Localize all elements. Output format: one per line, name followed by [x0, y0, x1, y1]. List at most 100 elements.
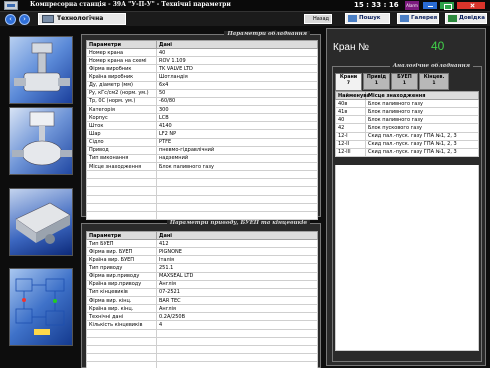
clock: 15 : 33 : 16 — [354, 1, 399, 9]
table-cell-value: Скид пал.-пуск. газу ГПА №1, 2, 3 — [365, 139, 479, 149]
table-cell-key — [86, 210, 157, 220]
table-cell-value — [156, 344, 318, 354]
valve-photo-2-image — [12, 111, 72, 166]
tab-cranes-count: 7 — [346, 81, 351, 86]
table-cell-key — [86, 344, 157, 354]
table-cell-value: надземний — [156, 153, 318, 163]
maximize-button[interactable] — [439, 1, 455, 10]
table-row: Тип БУЕП 412 — [86, 238, 318, 249]
table-cell-key: Шток — [86, 121, 157, 131]
table-cell-value: LF2 NP — [156, 129, 318, 139]
table-cell-key — [86, 328, 157, 338]
tab-drive[interactable]: Привід 1 — [363, 73, 390, 90]
table-cell-value: BAR TEC — [156, 295, 318, 306]
scheme-photo[interactable] — [9, 268, 73, 346]
table-row: Місце знаходження Блок паливного газу — [86, 161, 318, 172]
column-header-data: Дані — [156, 231, 318, 240]
help-button-label: Довідка — [459, 15, 485, 21]
tab-cranes[interactable]: Крани 7 — [335, 73, 362, 91]
table-row — [86, 344, 318, 354]
minimize-button[interactable] — [422, 1, 438, 10]
table-cell-value — [156, 328, 318, 338]
table-cell-key — [86, 361, 157, 368]
table-cell-key: Фірма вир. БУЕП — [86, 247, 157, 257]
table-row — [86, 352, 318, 363]
table-cell-value: пневмо-гідравлічний — [156, 145, 318, 155]
table-cell-value: 0.2А/250В — [156, 312, 318, 322]
table-row: Номер крана на схемі ROV 1.109 — [86, 56, 318, 66]
actuator-photo[interactable] — [9, 188, 73, 256]
table-row[interactable]: 12-І Скид пал.-пуск. газу ГПА №1, 2, 3 — [335, 131, 479, 141]
table-cell-key: Ру, кГс/см2 (норм. ум.) — [86, 88, 157, 98]
equipment-table: Параметри Дані Номер крана 40 Номер крана … — [86, 40, 318, 220]
search-button-label: Пошук — [359, 15, 381, 21]
table-row: Країна вир.приводу Англія — [86, 279, 318, 289]
valve-photo-2[interactable] — [9, 107, 73, 175]
table-cell-value: 4140 — [156, 121, 318, 131]
back-button[interactable]: Назад — [304, 14, 332, 24]
table-row — [86, 328, 318, 338]
table-cell-value: ROV 1.109 — [156, 56, 318, 66]
table-row[interactable]: 41в Блок паливного газу — [335, 107, 479, 117]
table-cell-key: Країна виробник — [86, 72, 157, 82]
table-row: Тип приводу 251.1 — [86, 263, 318, 273]
table-cell-value: 40 — [156, 47, 318, 58]
drive-table-body: Тип БУЕП 412 Фірма вир. БУЕП PIGNONE Країна … — [86, 238, 318, 368]
analog-panel-title: Аналогічне обладнання — [389, 63, 473, 70]
gallery-button[interactable]: Галерея — [397, 13, 439, 24]
table-row: Шток 4140 — [86, 121, 318, 131]
table-cell-value: Скид пал.-пуск. газу ГПА №1, 2, 3 — [365, 131, 479, 141]
forward-arrow-icon[interactable]: › — [19, 14, 30, 25]
equipment-parameters-panel: Параметри обладнання Параметри Дані Номе… — [81, 31, 321, 220]
table-cell-value: Італія — [156, 255, 318, 265]
column-header-name: Найменува — [335, 91, 370, 100]
tab-cranes-label: Крани — [339, 75, 358, 80]
table-cell-key: Технічні дані — [86, 312, 157, 322]
tab-buep[interactable]: БУЕП 1 — [391, 73, 418, 90]
tab-process-scheme[interactable]: Технологічна схема — [38, 13, 126, 32]
table-cell-value — [156, 202, 318, 212]
table-cell-value: -60/80 — [156, 96, 318, 106]
table-row: Ру, кГс/см2 (норм. ум.) 50 — [86, 88, 318, 98]
table-cell-key: Країна вир.приводу — [86, 279, 157, 289]
column-header-data: Дані — [156, 40, 318, 49]
analog-table-empty-area — [335, 165, 479, 351]
table-row[interactable]: 42 Блок пускового газу — [335, 123, 479, 133]
table-cell-key: Номер крана на схемі — [86, 56, 157, 66]
gallery-icon — [400, 15, 409, 22]
tab-drive-label: Привід — [366, 75, 387, 80]
table-cell-value: PIGNONE — [156, 247, 318, 257]
column-header-param: Параметри — [86, 40, 157, 49]
table-cell-key — [86, 194, 157, 204]
table-cell-key: Тип кінцевиків — [86, 287, 157, 297]
table-row[interactable]: 40 Блок паливного газу — [335, 115, 479, 125]
valve-photo-1[interactable] — [9, 36, 73, 104]
table-row[interactable]: 12-ІІ Скид пал.-пуск. газу ГПА №1, 2, 3 — [335, 139, 479, 149]
table-row: Фірма вир. БУЕП PIGNONE — [86, 247, 318, 257]
crane-number: 40 — [431, 39, 445, 53]
search-button[interactable]: Пошук — [345, 13, 390, 24]
table-row: Сідло PTFE — [86, 137, 318, 147]
table-cell-value — [156, 170, 318, 180]
table-row — [86, 170, 318, 180]
table-header-row: Параметри Дані — [86, 231, 318, 240]
back-arrow-icon[interactable]: ‹ — [5, 14, 16, 25]
table-cell-value: Скид пал.-пуск. газу ГПА №1, 2, 3 — [365, 147, 479, 157]
table-cell-value: Блок паливного газу — [156, 161, 318, 172]
tab-limit-switches[interactable]: Кінцев. 1 — [419, 73, 449, 90]
back-button-label: Назад — [312, 16, 329, 22]
alarm-indicator[interactable]: Alarm — [405, 1, 419, 10]
table-cell-key — [86, 336, 157, 346]
table-row[interactable]: 40в Блок паливного газу — [335, 98, 479, 109]
crane-info-panel: Кран № 40 Аналогічне обладнання Крани 7 … — [326, 28, 486, 366]
table-cell-key — [86, 186, 157, 196]
table-row: Країна вир. кінц. Англія — [86, 304, 318, 314]
table-row — [86, 194, 318, 204]
search-icon — [348, 15, 357, 22]
help-button[interactable]: Довідка — [445, 13, 487, 24]
table-row[interactable]: 12-ІІІ Скид пал.-пуск. газу ГПА №1, 2, 3 — [335, 147, 479, 157]
close-button[interactable] — [456, 1, 486, 10]
table-cell-key: Привод — [86, 145, 157, 155]
table-cell-key: Країна вир. БУЕП — [86, 255, 157, 265]
table-cell-key: Тип БУЕП — [86, 238, 157, 249]
